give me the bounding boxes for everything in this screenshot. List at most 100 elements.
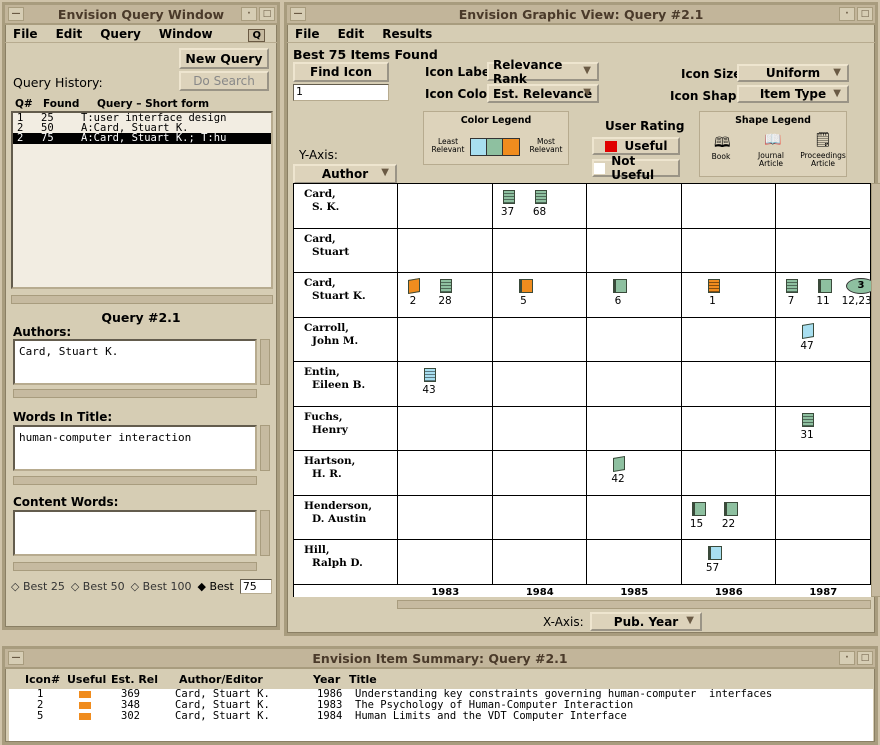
window-menu-button[interactable]: — <box>8 651 24 665</box>
grid-cell[interactable] <box>776 228 871 273</box>
grid-cell[interactable] <box>776 184 871 229</box>
summary-titlebar[interactable]: — Envision Item Summary: Query #2.1 · □ <box>5 649 875 669</box>
proceedings-icon[interactable] <box>424 368 436 382</box>
grid-cell[interactable] <box>587 451 682 496</box>
best-25-radio[interactable]: ◇ Best 25 <box>11 580 65 593</box>
grid-cell[interactable] <box>492 362 587 407</box>
journal-icon[interactable] <box>818 279 832 293</box>
grid-hscroll[interactable] <box>397 600 871 609</box>
grid-cell[interactable] <box>398 184 493 229</box>
maximize-button[interactable]: □ <box>259 7 275 21</box>
x-axis-dropdown[interactable]: Pub. Year ▼ <box>590 612 702 631</box>
grid-cell[interactable] <box>398 228 493 273</box>
grid-cell[interactable] <box>492 317 587 362</box>
icon-size-dropdown[interactable]: Uniform ▼ <box>737 64 849 82</box>
y-axis-dropdown[interactable]: Author ▼ <box>293 164 397 184</box>
minimize-button[interactable]: · <box>839 7 855 21</box>
title-words-hscroll[interactable] <box>13 476 257 485</box>
proceedings-icon[interactable] <box>534 190 547 204</box>
authors-vscroll[interactable] <box>260 339 270 385</box>
journal-icon[interactable] <box>518 279 533 293</box>
do-search-button[interactable]: Do Search <box>179 71 269 91</box>
grid-cell[interactable] <box>492 451 587 496</box>
grid-cell[interactable] <box>681 406 776 451</box>
grid-cell[interactable] <box>681 184 776 229</box>
menu-results[interactable]: Results <box>382 27 432 41</box>
minimize-button[interactable]: · <box>241 7 257 21</box>
useful-button[interactable]: Useful <box>592 137 680 155</box>
history-hscroll[interactable] <box>11 295 273 304</box>
maximize-button[interactable]: □ <box>857 7 873 21</box>
icon-label-dropdown[interactable]: Relevance Rank ▼ <box>487 58 599 86</box>
menu-query[interactable]: Query <box>100 27 141 41</box>
grid-cell[interactable] <box>398 451 493 496</box>
title-words-vscroll[interactable] <box>260 425 270 471</box>
content-words-hscroll[interactable] <box>13 562 257 571</box>
grid-cell[interactable] <box>398 406 493 451</box>
grid-cell[interactable] <box>776 317 871 362</box>
book-icon[interactable] <box>408 277 420 295</box>
book-icon[interactable] <box>613 455 625 473</box>
proceedings-icon[interactable] <box>802 412 814 427</box>
grid-cell[interactable] <box>587 273 682 318</box>
query-badge[interactable]: Q <box>248 29 265 42</box>
grid-cell[interactable] <box>398 540 493 585</box>
grid-cell[interactable] <box>587 406 682 451</box>
grid-cell[interactable] <box>492 406 587 451</box>
grid-cell[interactable] <box>681 273 776 318</box>
grid-cell[interactable] <box>681 540 776 585</box>
window-menu-button[interactable]: — <box>8 7 24 21</box>
new-query-button[interactable]: New Query <box>179 48 269 69</box>
best-n-input[interactable]: 75 <box>239 579 272 594</box>
grid-cell[interactable] <box>587 317 682 362</box>
query-history-list[interactable]: 1 25 T:user interface design 2 50 A:Card… <box>11 111 273 289</box>
graphic-view-titlebar[interactable]: — Envision Graphic View: Query #2.1 · □ <box>287 5 875 25</box>
proceedings-icon[interactable] <box>502 190 515 204</box>
grid-cell[interactable] <box>587 495 682 540</box>
grid-cell[interactable] <box>681 228 776 273</box>
proceedings-icon[interactable] <box>440 279 452 293</box>
grid-vscroll[interactable] <box>871 183 880 597</box>
summary-row[interactable]: 5 302 Card, Stuart K. 1984 Human Limits and … <box>25 711 865 722</box>
title-words-field[interactable]: human-computer interaction <box>13 425 257 471</box>
grid-cell[interactable] <box>492 540 587 585</box>
grid-cell[interactable] <box>492 228 587 273</box>
grid-cell[interactable] <box>776 362 871 407</box>
maximize-button[interactable]: □ <box>857 651 873 665</box>
proceedings-icon[interactable] <box>786 279 798 293</box>
summary-list[interactable]: 1 369 Card, Stuart K. 1986 Understanding key… <box>9 689 873 741</box>
grid-cell[interactable] <box>776 451 871 496</box>
grid-cell[interactable] <box>587 184 682 229</box>
minimize-button[interactable]: · <box>839 651 855 665</box>
results-grid[interactable]: Card, S. K. Card, Stuart Card, Stuart K. Carro… <box>293 183 878 598</box>
best-100-radio[interactable]: ◇ Best 100 <box>131 580 192 593</box>
grid-cell[interactable] <box>587 362 682 407</box>
find-icon-input[interactable]: 1 <box>293 84 389 101</box>
icon-shape-dropdown[interactable]: Item Type ▼ <box>737 85 849 103</box>
grid-cell[interactable] <box>492 495 587 540</box>
grid-cell[interactable] <box>776 495 871 540</box>
grid-cell[interactable] <box>587 540 682 585</box>
grid-cell[interactable] <box>398 317 493 362</box>
icon-color-dropdown[interactable]: Est. Relevance ▼ <box>487 84 599 103</box>
best-50-radio[interactable]: ◇ Best 50 <box>71 580 125 593</box>
window-menu-button[interactable]: — <box>290 7 306 21</box>
grid-cell[interactable] <box>398 495 493 540</box>
menu-window[interactable]: Window <box>159 27 213 41</box>
not-useful-button[interactable]: Not Useful <box>592 154 680 182</box>
journal-icon[interactable] <box>707 546 722 560</box>
proceedings-icon[interactable] <box>707 279 720 293</box>
grid-cell[interactable] <box>587 228 682 273</box>
menu-file[interactable]: File <box>13 27 38 41</box>
content-words-field[interactable] <box>13 510 257 556</box>
grid-cell[interactable] <box>681 362 776 407</box>
authors-field[interactable]: Card, Stuart K. <box>13 339 257 385</box>
menu-edit[interactable]: Edit <box>338 27 365 41</box>
grid-cell[interactable] <box>776 540 871 585</box>
grid-cell[interactable] <box>776 406 871 451</box>
journal-icon[interactable] <box>613 279 627 293</box>
journal-icon[interactable] <box>691 501 706 516</box>
grid-cell[interactable] <box>492 273 587 318</box>
content-words-vscroll[interactable] <box>260 510 270 556</box>
find-icon-button[interactable]: Find Icon <box>293 62 389 82</box>
